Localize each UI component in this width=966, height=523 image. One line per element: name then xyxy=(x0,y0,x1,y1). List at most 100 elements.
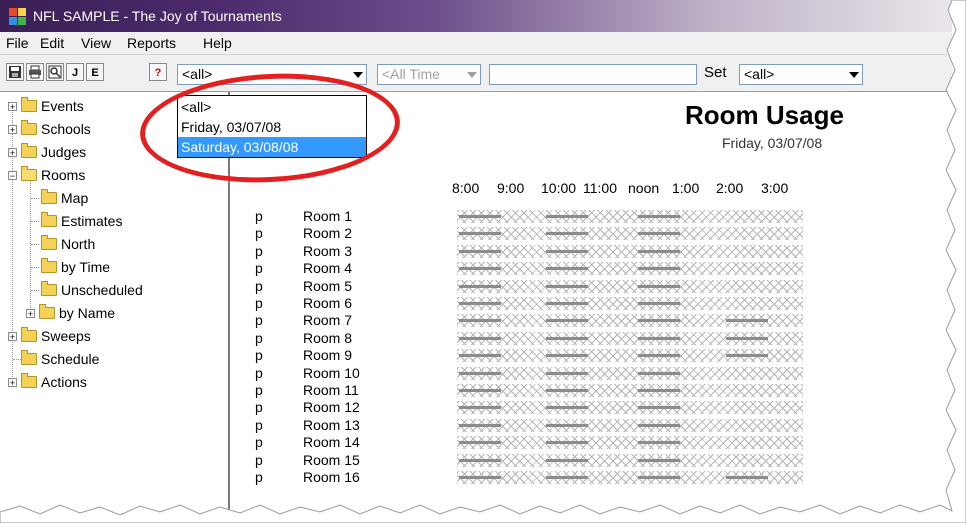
room-flag: p xyxy=(255,399,263,415)
booked-slot xyxy=(638,302,680,305)
booked-slot xyxy=(459,459,501,462)
room-name[interactable]: Room 2 xyxy=(303,225,352,241)
tree-item-judges[interactable]: + Judges xyxy=(8,142,86,162)
room-name[interactable]: Room 8 xyxy=(303,330,352,346)
tree-item-label: Actions xyxy=(41,374,87,390)
set-combo-value: <all> xyxy=(744,66,775,82)
booked-slot xyxy=(546,406,588,409)
title-bar[interactable]: NFL SAMPLE - The Joy of Tournaments xyxy=(0,0,952,32)
room-name[interactable]: Room 16 xyxy=(303,469,360,485)
room-usage-bar xyxy=(457,401,803,414)
folder-icon xyxy=(21,350,37,365)
save-button[interactable] xyxy=(6,63,24,81)
folder-icon xyxy=(41,281,57,296)
booked-slot xyxy=(546,337,588,340)
folder-icon xyxy=(21,327,37,342)
room-usage-bar xyxy=(457,245,803,258)
print-button[interactable] xyxy=(26,63,44,81)
booked-slot xyxy=(546,441,588,444)
room-usage-bar xyxy=(457,332,803,345)
booked-slot xyxy=(546,389,588,392)
time-label: 11:00 xyxy=(583,180,617,196)
room-name[interactable]: Room 1 xyxy=(303,208,352,224)
room-usage-bar xyxy=(457,314,803,327)
tree-item-label: Sweeps xyxy=(41,328,91,344)
expand-icon[interactable]: + xyxy=(8,101,17,111)
tree-item-map[interactable]: Map xyxy=(41,188,88,208)
expand-icon[interactable]: + xyxy=(8,331,17,341)
folder-icon xyxy=(41,212,57,227)
booked-slot xyxy=(546,372,588,375)
booked-slot xyxy=(638,459,680,462)
preview-button[interactable] xyxy=(46,63,64,81)
menu-file[interactable]: File xyxy=(6,35,29,51)
tree-item-rooms[interactable]: − Rooms xyxy=(8,165,85,185)
app-window: NFL SAMPLE - The Joy of Tournaments File… xyxy=(0,0,952,523)
tree-item-schedule[interactable]: Schedule xyxy=(21,349,99,369)
room-name[interactable]: Room 6 xyxy=(303,295,352,311)
tree-item-label: Unscheduled xyxy=(61,282,143,298)
booked-slot xyxy=(638,441,680,444)
room-name[interactable]: Room 15 xyxy=(303,452,360,468)
collapse-icon[interactable]: − xyxy=(8,170,17,180)
room-name[interactable]: Room 13 xyxy=(303,417,360,433)
expand-icon[interactable]: + xyxy=(26,308,35,318)
time-label: 2:00 xyxy=(716,180,744,196)
booked-slot xyxy=(459,372,501,375)
room-name[interactable]: Room 3 xyxy=(303,243,352,259)
booked-slot xyxy=(546,459,588,462)
tree-item-actions[interactable]: + Actions xyxy=(8,372,87,392)
time-filter-combo[interactable]: <All Time xyxy=(377,64,481,85)
j-button[interactable]: J xyxy=(66,63,84,81)
tree-item-unscheduled[interactable]: Unscheduled xyxy=(41,280,143,300)
room-name[interactable]: Room 4 xyxy=(303,260,352,276)
booked-slot xyxy=(638,372,680,375)
printer-icon xyxy=(29,65,41,79)
room-name[interactable]: Room 9 xyxy=(303,347,352,363)
booked-slot xyxy=(459,406,501,409)
tree-item-by-time[interactable]: by Time xyxy=(41,257,110,277)
booked-slot xyxy=(546,267,588,270)
booked-slot xyxy=(638,319,680,322)
room-flag: p xyxy=(255,382,263,398)
e-button[interactable]: E xyxy=(86,63,104,81)
room-name[interactable]: Room 12 xyxy=(303,399,360,415)
print-preview-icon xyxy=(48,65,62,79)
tree-item-by-name[interactable]: + by Name xyxy=(26,303,115,323)
menu-edit[interactable]: Edit xyxy=(40,35,64,51)
tree-item-estimates[interactable]: Estimates xyxy=(41,211,122,231)
set-combo[interactable]: <all> xyxy=(739,64,863,85)
tree-item-schools[interactable]: + Schools xyxy=(8,119,91,139)
tree-item-sweeps[interactable]: + Sweeps xyxy=(8,326,91,346)
folder-icon xyxy=(21,120,37,135)
room-name[interactable]: Room 11 xyxy=(303,382,359,398)
tree-item-north[interactable]: North xyxy=(41,234,95,254)
set-button[interactable]: Set xyxy=(704,64,727,81)
report-date: Friday, 03/07/08 xyxy=(722,135,823,151)
room-usage-bar xyxy=(457,349,803,362)
room-name[interactable]: Room 7 xyxy=(303,312,352,328)
menu-reports[interactable]: Reports xyxy=(127,35,176,51)
expand-icon[interactable]: + xyxy=(8,377,17,387)
room-name[interactable]: Room 14 xyxy=(303,434,360,450)
search-input[interactable] xyxy=(489,64,697,85)
menu-view[interactable]: View xyxy=(81,35,111,51)
menu-help[interactable]: Help xyxy=(203,35,232,51)
booked-slot xyxy=(726,337,768,340)
booked-slot xyxy=(546,476,588,479)
room-name[interactable]: Room 10 xyxy=(303,365,360,381)
booked-slot xyxy=(459,389,501,392)
expand-icon[interactable]: + xyxy=(8,147,17,157)
time-label: noon xyxy=(628,180,660,196)
tree-item-label: Schedule xyxy=(41,351,100,367)
folder-icon xyxy=(21,143,37,158)
booked-slot xyxy=(546,232,588,235)
tree-item-events[interactable]: + Events xyxy=(8,96,84,116)
room-name[interactable]: Room 5 xyxy=(303,278,352,294)
help-button[interactable]: ? xyxy=(149,63,167,81)
booked-slot xyxy=(726,476,768,479)
expand-icon[interactable]: + xyxy=(8,124,17,134)
chevron-down-icon xyxy=(849,72,859,78)
room-flag: p xyxy=(255,208,263,224)
room-usage-bar xyxy=(457,471,803,484)
